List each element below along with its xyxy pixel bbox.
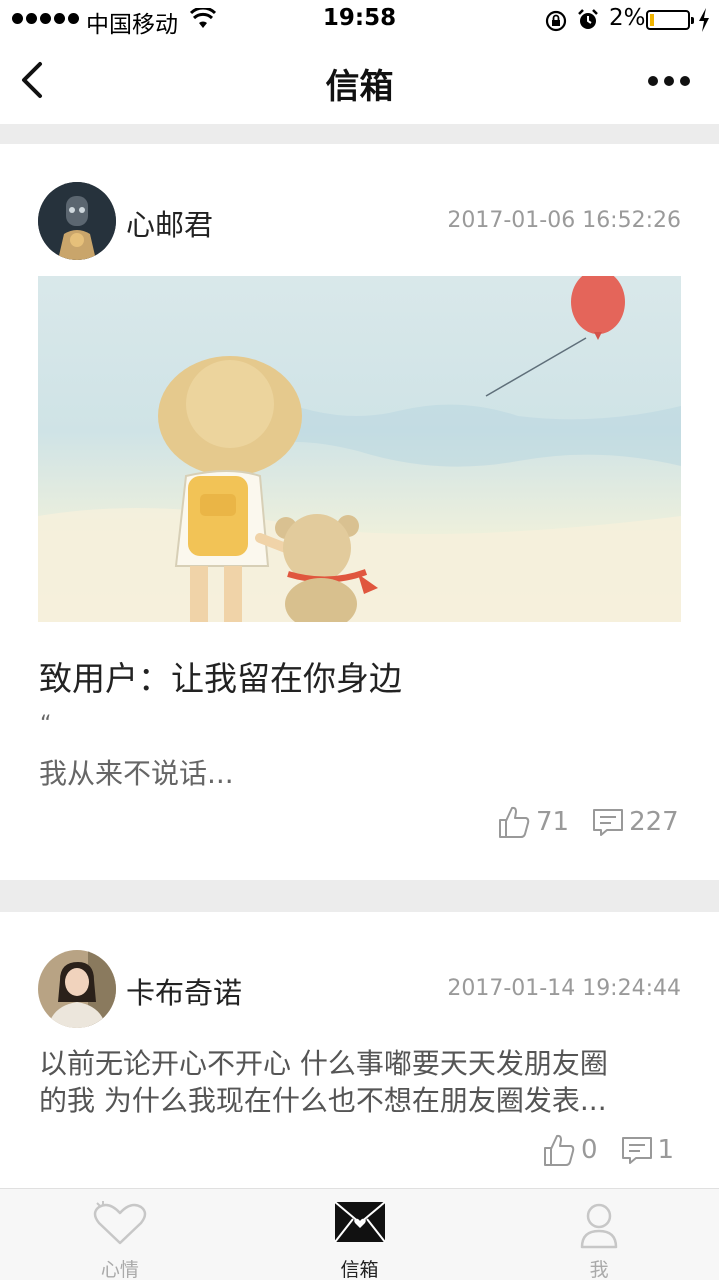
tab-label: 心情	[100, 1259, 139, 1280]
page-title: 信箱	[325, 67, 394, 107]
author-name[interactable]: 卡布奇诺	[126, 970, 242, 1012]
envelope-icon	[333, 1201, 386, 1243]
tab-me[interactable]: 我	[479, 1189, 719, 1280]
post-body-line: 以前无论开心不开心 什么事嘟要天天发朋友圈	[39, 1047, 608, 1080]
signal-strength-icon	[12, 13, 79, 24]
post-card[interactable]: 卡布奇诺 2017-01-14 19:24:44 以前无论开心不开心 什么事嘟要…	[0, 912, 719, 1188]
like-count: 0	[581, 1135, 598, 1165]
comment-count: 1	[657, 1135, 675, 1165]
alarm-icon	[578, 9, 598, 29]
post-title[interactable]: 致用户：让我留在你身边	[39, 652, 402, 700]
wifi-icon	[190, 8, 216, 28]
post-cover-image[interactable]	[38, 276, 681, 622]
nav-bar: 信箱	[0, 40, 719, 124]
author-avatar[interactable]	[38, 182, 116, 260]
post-timestamp: 2017-01-14 19:24:44	[447, 976, 681, 1001]
tab-label: 信箱	[340, 1259, 379, 1280]
post-stats: 0 1	[541, 1132, 674, 1168]
post-stats: 71 227	[496, 804, 679, 840]
more-options-icon[interactable]	[648, 76, 690, 86]
rotation-lock-icon	[545, 10, 567, 32]
tab-mood[interactable]: 心情	[0, 1189, 240, 1280]
post-body-line: 的我 为什么我现在什么也不想在朋友圈发表...	[39, 1084, 607, 1117]
like-icon[interactable]	[496, 804, 532, 840]
author-name[interactable]: 心邮君	[126, 202, 213, 244]
post-timestamp: 2017-01-06 16:52:26	[447, 208, 681, 233]
battery-icon	[646, 10, 694, 30]
like-icon[interactable]	[541, 1132, 577, 1168]
section-divider	[0, 124, 719, 144]
comment-count: 227	[629, 807, 679, 837]
tab-inbox[interactable]: 信箱	[240, 1189, 480, 1280]
person-icon	[580, 1203, 618, 1249]
quote-mark: “	[40, 712, 52, 737]
comment-icon[interactable]	[620, 1134, 654, 1166]
battery-percent: 2%	[609, 5, 646, 31]
carrier-name: 中国移动	[86, 12, 178, 38]
tab-bar: 心情 信箱 我	[0, 1188, 719, 1280]
author-avatar[interactable]	[38, 950, 116, 1028]
post-excerpt[interactable]: 我从来不说话...	[39, 752, 234, 792]
section-divider	[0, 880, 719, 912]
charging-icon	[699, 8, 709, 32]
post-body[interactable]: 以前无论开心不开心 什么事嘟要天天发朋友圈 的我 为什么我现在什么也不想在朋友圈…	[39, 1045, 679, 1119]
comment-icon[interactable]	[591, 806, 625, 838]
post-card[interactable]: 心邮君 2017-01-06 16:52:26 致用户：让我留在你身边 “ 我从…	[0, 144, 719, 880]
tab-label: 我	[589, 1259, 609, 1280]
status-bar: 中国移动 19:58 2%	[0, 0, 719, 40]
like-count: 71	[536, 807, 570, 837]
heart-icon	[93, 1201, 147, 1245]
